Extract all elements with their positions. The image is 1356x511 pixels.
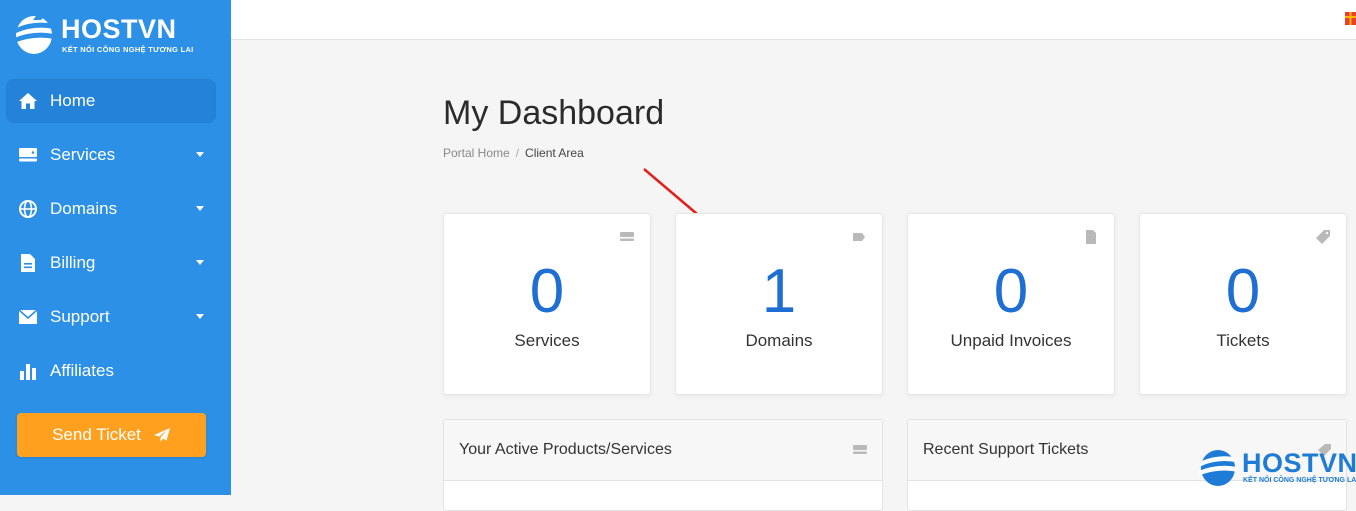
panel-title: Recent Support Tickets — [923, 441, 1089, 458]
file-icon — [17, 252, 39, 274]
globe-icon — [17, 198, 39, 220]
sidebar-item-home[interactable]: Home — [6, 79, 216, 123]
logo-swoosh-icon — [1199, 449, 1237, 487]
stat-label: Domains — [745, 331, 813, 350]
sidebar-item-label: Support — [50, 307, 110, 326]
stat-card-unpaid-invoices[interactable]: 0 Unpaid Invoices — [907, 213, 1115, 395]
brand-name: HOSTVN — [61, 14, 177, 44]
stat-value: 0 — [1225, 257, 1261, 326]
top-bar — [231, 0, 1356, 40]
server-icon — [17, 144, 39, 166]
caret-down-icon — [196, 152, 204, 157]
sidebar-item-label: Billing — [50, 253, 96, 272]
envelope-icon — [17, 306, 39, 328]
server-icon — [853, 445, 867, 454]
watermark-name: HOSTVN — [1242, 448, 1356, 478]
breadcrumb-separator: / — [515, 146, 520, 160]
sidebar-item-label: Domains — [50, 199, 118, 218]
breadcrumb-home-link[interactable]: Portal Home — [443, 146, 510, 160]
server-icon — [620, 232, 634, 241]
stat-card-services[interactable]: 0 Services — [443, 213, 651, 395]
send-ticket-label: Send Ticket — [52, 425, 141, 444]
bar-chart-icon — [17, 360, 39, 382]
caret-down-icon — [196, 260, 204, 265]
sidebar-item-label: Home — [50, 91, 96, 110]
stat-value: 1 — [761, 257, 797, 326]
stat-card-domains[interactable]: 1 Domains — [675, 213, 883, 395]
page-title: My Dashboard — [443, 94, 665, 132]
caret-down-icon — [196, 206, 204, 211]
panel-header: Your Active Products/Services — [444, 420, 882, 481]
breadcrumb-current: Client Area — [525, 146, 584, 160]
stat-label: Services — [514, 331, 580, 350]
send-ticket-button[interactable]: Send Ticket — [17, 413, 206, 457]
sidebar-item-services[interactable]: Services — [6, 133, 216, 177]
home-icon — [17, 90, 39, 112]
sidebar-item-label: Affiliates — [50, 361, 114, 380]
sidebar-item-label: Services — [50, 145, 116, 164]
watermark-tagline: KẾT NỐI CÔNG NGHỆ TƯƠNG LAI — [1243, 477, 1356, 484]
caret-down-icon — [196, 314, 204, 319]
breadcrumb: Portal Home / Client Area — [443, 146, 584, 160]
file-icon — [1086, 230, 1096, 244]
brand-watermark: HOSTVN KẾT NỐI CÔNG NGHỆ TƯƠNG LAI — [1199, 446, 1356, 492]
ticket-tag-icon — [1316, 230, 1330, 244]
tag-icon — [853, 233, 865, 241]
logo-swoosh-icon — [14, 16, 54, 54]
sidebar-item-affiliates[interactable]: Affiliates — [6, 349, 216, 393]
panel-title: Your Active Products/Services — [459, 441, 672, 458]
sidebar-item-domains[interactable]: Domains — [6, 187, 216, 231]
paper-plane-icon — [153, 428, 170, 442]
sidebar-item-support[interactable]: Support — [6, 295, 216, 339]
stat-label: Unpaid Invoices — [950, 331, 1072, 350]
panel-active-products: Your Active Products/Services — [443, 419, 883, 511]
sidebar: HOSTVN KẾT NỐI CÔNG NGHỆ TƯƠNG LAI Home … — [0, 0, 231, 495]
brand-logo[interactable]: HOSTVN KẾT NỐI CÔNG NGHỆ TƯƠNG LAI — [14, 12, 214, 60]
stat-label: Tickets — [1216, 331, 1270, 350]
stat-card-tickets[interactable]: 0 Tickets — [1139, 213, 1347, 395]
gift-icon[interactable] — [1345, 8, 1356, 26]
stat-value: 0 — [993, 257, 1029, 326]
stat-value: 0 — [529, 257, 565, 326]
brand-tagline: KẾT NỐI CÔNG NGHỆ TƯƠNG LAI — [62, 45, 194, 54]
sidebar-item-billing[interactable]: Billing — [6, 241, 216, 285]
